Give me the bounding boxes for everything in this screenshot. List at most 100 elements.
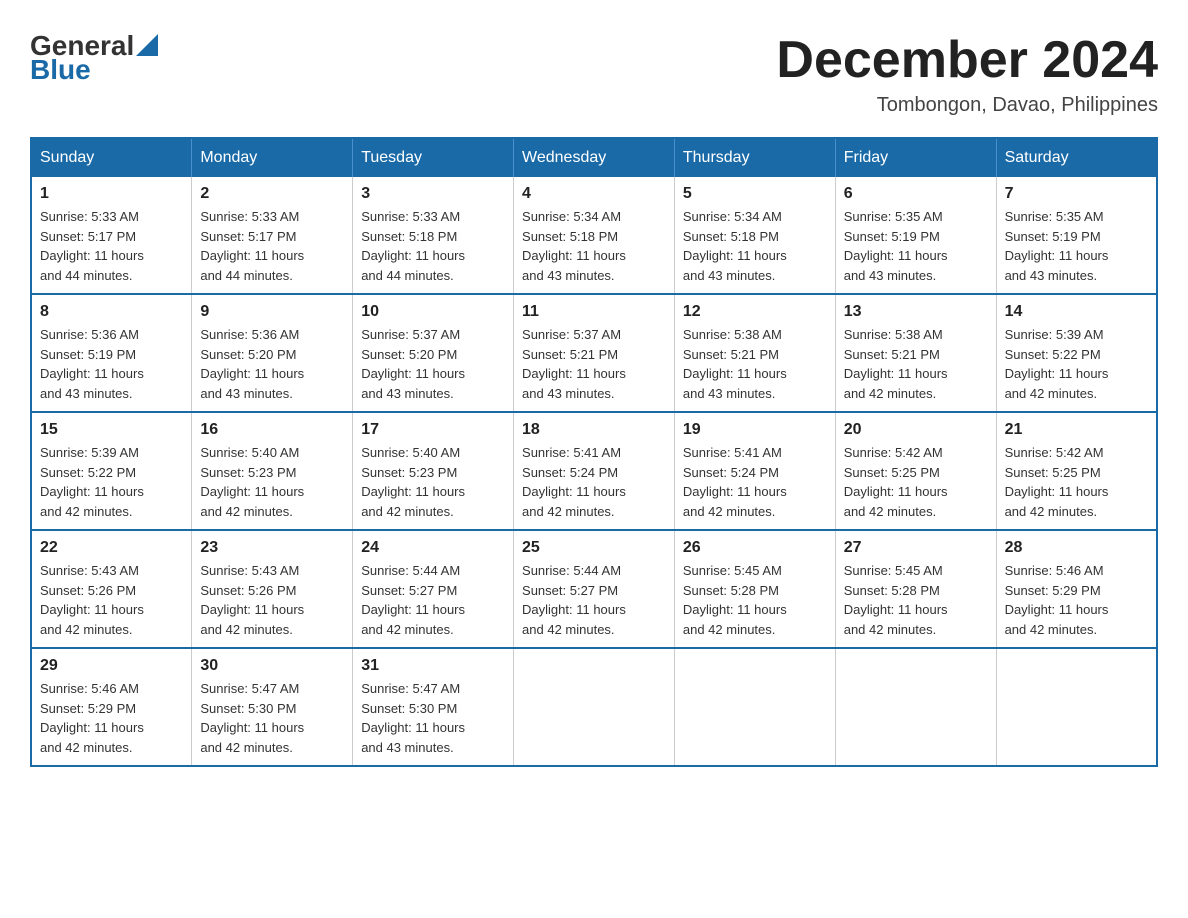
day-number: 3 (361, 185, 505, 203)
day-number: 19 (683, 421, 827, 439)
logo: General Blue (30, 30, 158, 86)
calendar-cell: 28 Sunrise: 5:46 AM Sunset: 5:29 PM Dayl… (996, 530, 1157, 648)
day-info: Sunrise: 5:36 AM Sunset: 5:19 PM Dayligh… (40, 325, 183, 403)
day-number: 7 (1005, 185, 1148, 203)
calendar-cell: 16 Sunrise: 5:40 AM Sunset: 5:23 PM Dayl… (192, 412, 353, 530)
day-number: 30 (200, 657, 344, 675)
day-info: Sunrise: 5:33 AM Sunset: 5:17 PM Dayligh… (40, 207, 183, 285)
calendar-cell: 26 Sunrise: 5:45 AM Sunset: 5:28 PM Dayl… (674, 530, 835, 648)
calendar-cell: 11 Sunrise: 5:37 AM Sunset: 5:21 PM Dayl… (514, 294, 675, 412)
day-info: Sunrise: 5:38 AM Sunset: 5:21 PM Dayligh… (844, 325, 988, 403)
day-number: 14 (1005, 303, 1148, 321)
calendar-cell (996, 648, 1157, 766)
logo-blue: Blue (30, 54, 91, 86)
day-info: Sunrise: 5:46 AM Sunset: 5:29 PM Dayligh… (1005, 561, 1148, 639)
header-tuesday: Tuesday (353, 138, 514, 177)
day-number: 2 (200, 185, 344, 203)
calendar-cell: 23 Sunrise: 5:43 AM Sunset: 5:26 PM Dayl… (192, 530, 353, 648)
day-number: 27 (844, 539, 988, 557)
title-section: December 2024 Tombongon, Davao, Philippi… (776, 30, 1158, 117)
day-number: 18 (522, 421, 666, 439)
day-number: 10 (361, 303, 505, 321)
calendar-cell: 24 Sunrise: 5:44 AM Sunset: 5:27 PM Dayl… (353, 530, 514, 648)
month-title: December 2024 (776, 30, 1158, 90)
day-number: 24 (361, 539, 505, 557)
calendar-cell: 27 Sunrise: 5:45 AM Sunset: 5:28 PM Dayl… (835, 530, 996, 648)
day-number: 28 (1005, 539, 1148, 557)
day-number: 11 (522, 303, 666, 321)
day-info: Sunrise: 5:42 AM Sunset: 5:25 PM Dayligh… (1005, 443, 1148, 521)
calendar-cell: 15 Sunrise: 5:39 AM Sunset: 5:22 PM Dayl… (31, 412, 192, 530)
header-wednesday: Wednesday (514, 138, 675, 177)
day-info: Sunrise: 5:42 AM Sunset: 5:25 PM Dayligh… (844, 443, 988, 521)
week-row-1: 1 Sunrise: 5:33 AM Sunset: 5:17 PM Dayli… (31, 177, 1157, 294)
day-info: Sunrise: 5:43 AM Sunset: 5:26 PM Dayligh… (200, 561, 344, 639)
header-sunday: Sunday (31, 138, 192, 177)
day-info: Sunrise: 5:33 AM Sunset: 5:17 PM Dayligh… (200, 207, 344, 285)
calendar-cell: 21 Sunrise: 5:42 AM Sunset: 5:25 PM Dayl… (996, 412, 1157, 530)
day-number: 4 (522, 185, 666, 203)
day-number: 12 (683, 303, 827, 321)
day-info: Sunrise: 5:38 AM Sunset: 5:21 PM Dayligh… (683, 325, 827, 403)
day-number: 1 (40, 185, 183, 203)
calendar-cell: 20 Sunrise: 5:42 AM Sunset: 5:25 PM Dayl… (835, 412, 996, 530)
day-number: 20 (844, 421, 988, 439)
day-number: 16 (200, 421, 344, 439)
day-info: Sunrise: 5:40 AM Sunset: 5:23 PM Dayligh… (361, 443, 505, 521)
day-number: 29 (40, 657, 183, 675)
calendar-cell: 5 Sunrise: 5:34 AM Sunset: 5:18 PM Dayli… (674, 177, 835, 294)
day-info: Sunrise: 5:35 AM Sunset: 5:19 PM Dayligh… (1005, 207, 1148, 285)
day-info: Sunrise: 5:44 AM Sunset: 5:27 PM Dayligh… (522, 561, 666, 639)
day-number: 13 (844, 303, 988, 321)
day-info: Sunrise: 5:41 AM Sunset: 5:24 PM Dayligh… (683, 443, 827, 521)
day-number: 17 (361, 421, 505, 439)
calendar-cell: 17 Sunrise: 5:40 AM Sunset: 5:23 PM Dayl… (353, 412, 514, 530)
calendar-cell: 18 Sunrise: 5:41 AM Sunset: 5:24 PM Dayl… (514, 412, 675, 530)
calendar-cell: 31 Sunrise: 5:47 AM Sunset: 5:30 PM Dayl… (353, 648, 514, 766)
calendar-cell: 3 Sunrise: 5:33 AM Sunset: 5:18 PM Dayli… (353, 177, 514, 294)
week-row-5: 29 Sunrise: 5:46 AM Sunset: 5:29 PM Dayl… (31, 648, 1157, 766)
header-friday: Friday (835, 138, 996, 177)
day-info: Sunrise: 5:33 AM Sunset: 5:18 PM Dayligh… (361, 207, 505, 285)
calendar-cell: 29 Sunrise: 5:46 AM Sunset: 5:29 PM Dayl… (31, 648, 192, 766)
calendar-cell (674, 648, 835, 766)
day-info: Sunrise: 5:35 AM Sunset: 5:19 PM Dayligh… (844, 207, 988, 285)
location: Tombongon, Davao, Philippines (776, 94, 1158, 117)
day-info: Sunrise: 5:37 AM Sunset: 5:20 PM Dayligh… (361, 325, 505, 403)
day-info: Sunrise: 5:39 AM Sunset: 5:22 PM Dayligh… (1005, 325, 1148, 403)
week-row-3: 15 Sunrise: 5:39 AM Sunset: 5:22 PM Dayl… (31, 412, 1157, 530)
calendar-table: SundayMondayTuesdayWednesdayThursdayFrid… (30, 137, 1158, 767)
day-info: Sunrise: 5:45 AM Sunset: 5:28 PM Dayligh… (844, 561, 988, 639)
day-info: Sunrise: 5:37 AM Sunset: 5:21 PM Dayligh… (522, 325, 666, 403)
day-number: 15 (40, 421, 183, 439)
day-number: 25 (522, 539, 666, 557)
calendar-cell (835, 648, 996, 766)
day-info: Sunrise: 5:36 AM Sunset: 5:20 PM Dayligh… (200, 325, 344, 403)
header-monday: Monday (192, 138, 353, 177)
page-header: General Blue December 2024 Tombongon, Da… (30, 30, 1158, 117)
calendar-cell: 25 Sunrise: 5:44 AM Sunset: 5:27 PM Dayl… (514, 530, 675, 648)
day-number: 22 (40, 539, 183, 557)
day-info: Sunrise: 5:39 AM Sunset: 5:22 PM Dayligh… (40, 443, 183, 521)
day-number: 26 (683, 539, 827, 557)
day-info: Sunrise: 5:44 AM Sunset: 5:27 PM Dayligh… (361, 561, 505, 639)
calendar-cell: 4 Sunrise: 5:34 AM Sunset: 5:18 PM Dayli… (514, 177, 675, 294)
calendar-cell: 10 Sunrise: 5:37 AM Sunset: 5:20 PM Dayl… (353, 294, 514, 412)
day-number: 5 (683, 185, 827, 203)
week-row-2: 8 Sunrise: 5:36 AM Sunset: 5:19 PM Dayli… (31, 294, 1157, 412)
calendar-cell: 9 Sunrise: 5:36 AM Sunset: 5:20 PM Dayli… (192, 294, 353, 412)
day-number: 8 (40, 303, 183, 321)
day-number: 6 (844, 185, 988, 203)
calendar-cell: 14 Sunrise: 5:39 AM Sunset: 5:22 PM Dayl… (996, 294, 1157, 412)
calendar-cell: 1 Sunrise: 5:33 AM Sunset: 5:17 PM Dayli… (31, 177, 192, 294)
calendar-cell: 8 Sunrise: 5:36 AM Sunset: 5:19 PM Dayli… (31, 294, 192, 412)
calendar-cell: 19 Sunrise: 5:41 AM Sunset: 5:24 PM Dayl… (674, 412, 835, 530)
day-info: Sunrise: 5:47 AM Sunset: 5:30 PM Dayligh… (200, 679, 344, 757)
calendar-cell (514, 648, 675, 766)
calendar-cell: 12 Sunrise: 5:38 AM Sunset: 5:21 PM Dayl… (674, 294, 835, 412)
week-row-4: 22 Sunrise: 5:43 AM Sunset: 5:26 PM Dayl… (31, 530, 1157, 648)
calendar-header-row: SundayMondayTuesdayWednesdayThursdayFrid… (31, 138, 1157, 177)
day-info: Sunrise: 5:47 AM Sunset: 5:30 PM Dayligh… (361, 679, 505, 757)
calendar-cell: 6 Sunrise: 5:35 AM Sunset: 5:19 PM Dayli… (835, 177, 996, 294)
day-info: Sunrise: 5:46 AM Sunset: 5:29 PM Dayligh… (40, 679, 183, 757)
